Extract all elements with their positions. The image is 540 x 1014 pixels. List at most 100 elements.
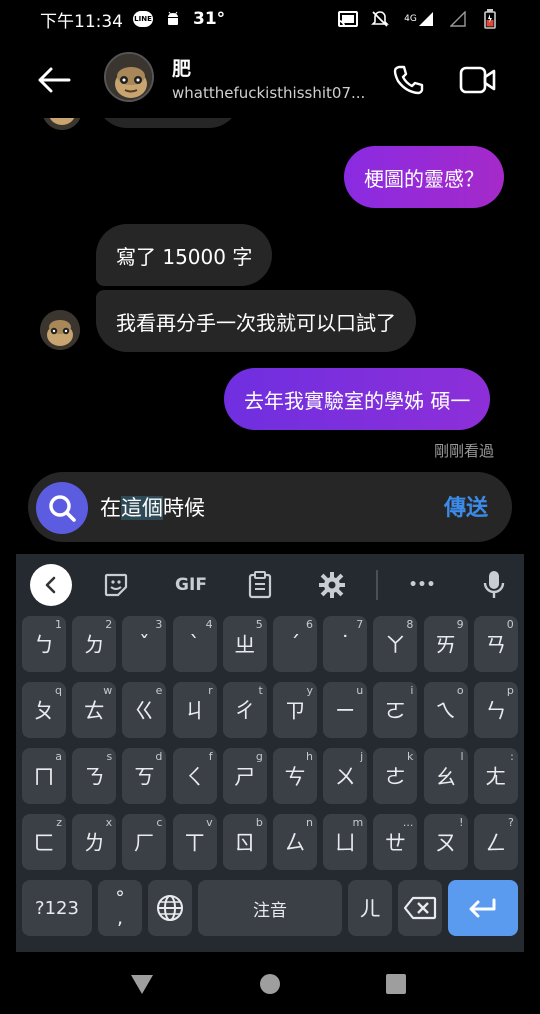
input-text-before: 在 (100, 496, 121, 520)
punctuation-key[interactable]: ° , (98, 880, 142, 936)
key-1-5[interactable]: ㄗy (273, 682, 317, 738)
key-label: ㄩ (334, 831, 356, 855)
key-0-6[interactable]: ˙ 7 (323, 616, 368, 672)
key-2-8[interactable]: ㄠl (423, 748, 468, 804)
key-2-6[interactable]: ㄨj (323, 748, 368, 804)
key-2-3[interactable]: ㄑf (172, 748, 217, 804)
message-input[interactable]: 在這個時候 (100, 492, 205, 522)
key-0-7[interactable]: ㄚ8 (373, 616, 418, 672)
send-button[interactable]: 傳送 (444, 490, 488, 522)
voice-call-button[interactable] (386, 58, 430, 102)
key-2-9[interactable]: ㄤ: (473, 748, 518, 804)
key-3-5[interactable]: ㄙn (273, 814, 317, 870)
key-hint: h (306, 750, 313, 763)
key-1-6[interactable]: ㄧu (323, 682, 368, 738)
voice-input-button[interactable] (474, 565, 514, 605)
key-label: ㄇ (33, 765, 55, 789)
backspace-key[interactable] (398, 880, 442, 936)
key-3-8[interactable]: ㄡ! (423, 814, 468, 870)
key-2-1[interactable]: ㄋs (72, 748, 117, 804)
key-1-7[interactable]: ㄛi (373, 682, 418, 738)
key-label: ㄌ (83, 831, 105, 855)
key-2-5[interactable]: ㄘh (273, 748, 317, 804)
key-er[interactable]: ㄦ (348, 880, 392, 936)
key-3-0[interactable]: ㄈz (22, 814, 66, 870)
key-label: ㄡ (435, 831, 457, 855)
key-3-6[interactable]: ㄩm (323, 814, 368, 870)
key-1-1[interactable]: ㄊw (72, 682, 117, 738)
message-bubble-outgoing[interactable]: 梗圖的靈感？ (344, 146, 504, 208)
gif-button[interactable]: GIF (168, 565, 214, 605)
key-3-3[interactable]: ㄒv (172, 814, 217, 870)
key-0-2[interactable]: ˇ3 (122, 616, 167, 672)
nav-back-button[interactable] (128, 970, 156, 998)
message-composer[interactable]: 在這個時候 傳送 (28, 472, 512, 542)
phone-icon (393, 65, 424, 95)
key-1-8[interactable]: ㄟo (423, 682, 468, 738)
key-2-7[interactable]: ㄜk (373, 748, 418, 804)
key-label: ˇ (139, 632, 150, 656)
message-bubble-partial[interactable] (96, 118, 240, 128)
key-0-4[interactable]: ㄓ5 (222, 616, 267, 672)
key-label: ㄒ (184, 831, 206, 855)
collapse-toolbar-button[interactable] (30, 564, 72, 606)
key-label: ㄣ (485, 699, 507, 723)
key-0-5[interactable]: ˊ6 (273, 616, 317, 672)
key-0-8[interactable]: ㄞ9 (423, 616, 468, 672)
key-1-0[interactable]: ㄆq (22, 682, 66, 738)
sticker-button[interactable] (96, 565, 136, 605)
key-3-4[interactable]: ㄖb (222, 814, 267, 870)
symbols-key[interactable]: ?123 (22, 880, 92, 936)
seen-indicator: 剛剛看過 (433, 442, 494, 460)
space-key[interactable]: 注音 (198, 880, 342, 936)
key-label: ㄑ (184, 765, 206, 789)
message-bubble-incoming[interactable]: 我看再分手一次我就可以口試了 (96, 290, 416, 352)
video-call-button[interactable] (456, 58, 500, 102)
nav-recents-button[interactable] (382, 970, 410, 998)
key-hint: t (258, 684, 263, 697)
enter-key[interactable] (448, 880, 518, 936)
clipboard-button[interactable] (240, 565, 280, 605)
key-label: ㄢ (485, 633, 507, 657)
contact-avatar[interactable] (104, 52, 154, 102)
key-label: ㄐ (184, 699, 206, 723)
key-hint: ... (402, 816, 414, 829)
key-1-2[interactable]: ㄍe (122, 682, 167, 738)
key-label: ㄗ (284, 699, 306, 723)
key-hint: x (105, 816, 113, 829)
key-label: ㄅ (33, 633, 55, 657)
key-hint: : (510, 750, 514, 763)
back-button[interactable] (32, 58, 76, 102)
language-key[interactable] (148, 880, 192, 936)
key-1-9[interactable]: ㄣp (473, 682, 518, 738)
key-hint: p (506, 684, 514, 697)
key-0-0[interactable]: ㄅ1 (22, 616, 66, 672)
key-3-1[interactable]: ㄌx (72, 814, 117, 870)
key-3-9[interactable]: ㄥ? (473, 814, 518, 870)
message-bubble-outgoing[interactable]: 去年我實驗室的學姊 碩一 (224, 368, 491, 430)
key-2-0[interactable]: ㄇa (22, 748, 66, 804)
key-2-2[interactable]: ㄎd (122, 748, 167, 804)
contact-avatar-small[interactable] (40, 310, 80, 350)
key-label: ㄤ (485, 765, 507, 789)
key-0-1[interactable]: ㄉ2 (72, 616, 117, 672)
key-1-3[interactable]: ㄐr (172, 682, 217, 738)
search-button[interactable] (36, 482, 88, 534)
key-3-7[interactable]: ㄝ... (373, 814, 418, 870)
key-hint: r (208, 684, 213, 697)
key-label: ㄙ (284, 831, 306, 855)
nav-home-button[interactable] (256, 970, 284, 998)
message-thread[interactable]: 梗圖的靈感？ 寫了 15000 字 我看再分手一次我就可以口試了 去年我實驗室的… (0, 118, 540, 468)
key-1-4[interactable]: ㄔt (222, 682, 267, 738)
key-2-4[interactable]: ㄕg (222, 748, 267, 804)
network-type: 4G (404, 14, 417, 24)
circle-home-icon (260, 974, 280, 994)
key-0-9[interactable]: ㄢ0 (473, 616, 518, 672)
message-bubble-incoming[interactable]: 寫了 15000 字 (96, 224, 273, 286)
key-hint: a (55, 750, 62, 763)
key-3-2[interactable]: ㄏc (122, 814, 167, 870)
key-0-3[interactable]: ˋ4 (172, 616, 217, 672)
line-app-icon: LINE (133, 11, 153, 27)
more-button[interactable]: ••• (402, 565, 442, 605)
settings-button[interactable] (312, 565, 352, 605)
